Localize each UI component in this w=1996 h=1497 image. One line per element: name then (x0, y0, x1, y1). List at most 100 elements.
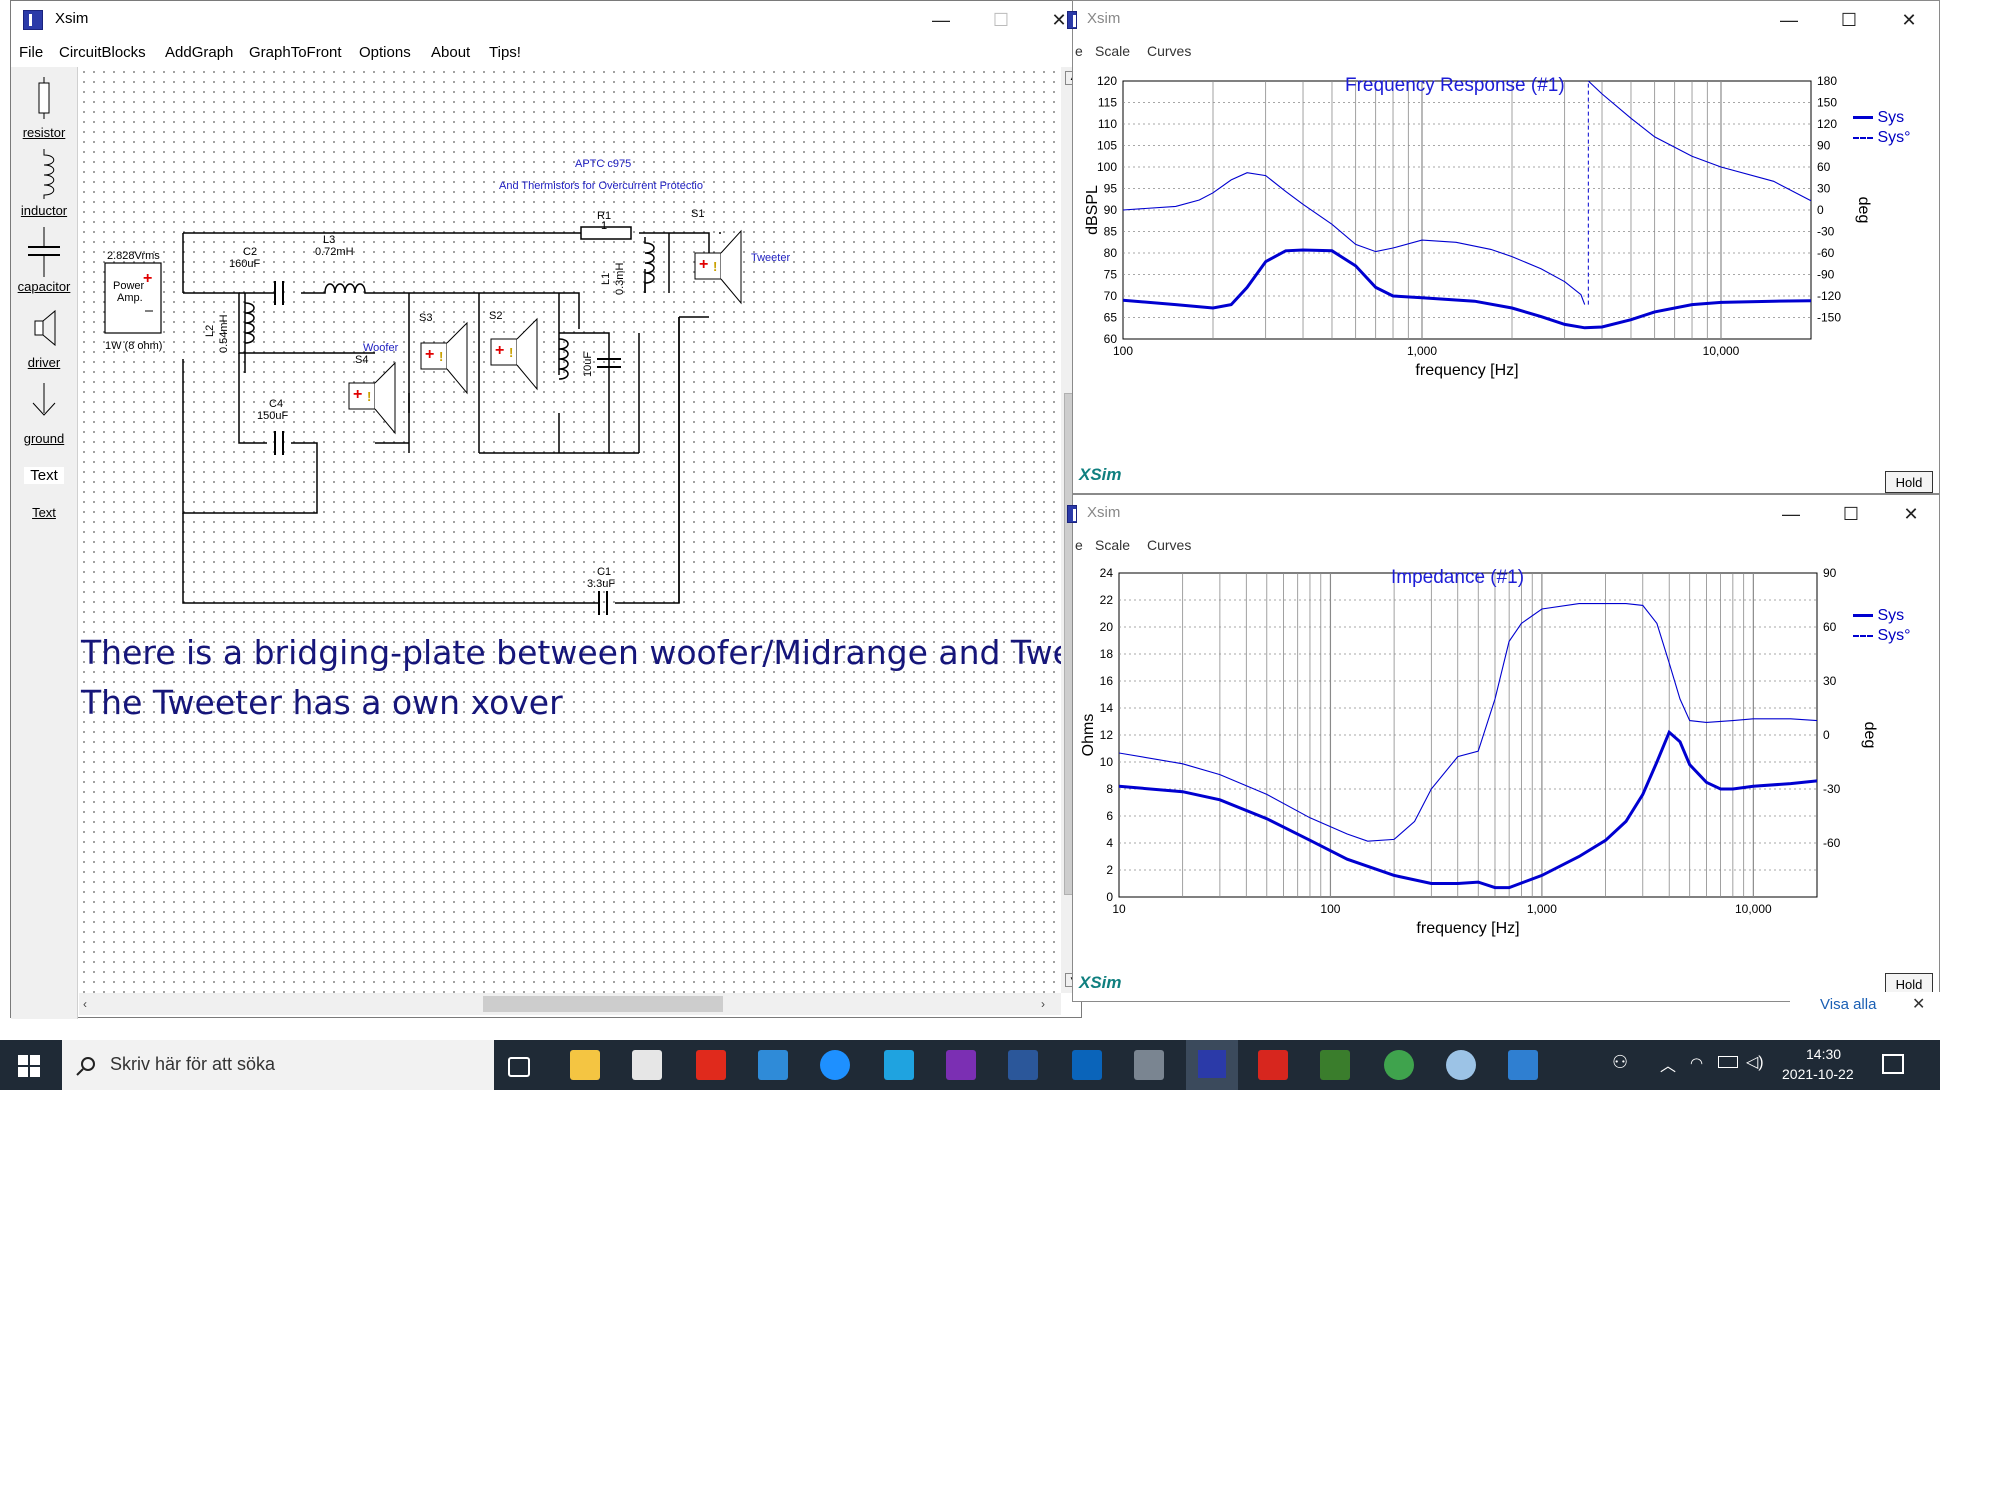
scroll-right-arrow[interactable]: › (1041, 997, 1045, 1011)
freq-minimize-button[interactable]: — (1769, 7, 1809, 33)
store-icon[interactable] (632, 1050, 662, 1080)
freq-ytick: 110 (1098, 117, 1117, 131)
capacitor-icon[interactable] (11, 225, 77, 279)
inductor-s2-notch[interactable] (558, 338, 569, 380)
app-l-icon[interactable] (884, 1050, 914, 1080)
imp-xtick: 10,000 (1735, 902, 1772, 916)
driver-s1[interactable]: + ! (694, 229, 742, 305)
imp-minimize-button[interactable]: — (1771, 501, 1811, 527)
schematic-canvas[interactable]: R1 1 L1 0.3mH + ! S1 Tweeter APTC c975 A… (79, 67, 1061, 993)
people-icon[interactable]: ⚇ (1612, 1052, 1628, 1073)
task-view-icon[interactable] (508, 1057, 530, 1077)
xsim-taskbar-active[interactable] (1186, 1040, 1238, 1090)
onenote-icon[interactable] (946, 1050, 976, 1080)
driver-icon[interactable] (11, 303, 77, 353)
start-windows-icon[interactable] (18, 1055, 40, 1077)
label-l3-value: 0.72mH (315, 246, 354, 258)
freq-ytick: 70 (1104, 289, 1118, 303)
freq-menu-curves[interactable]: Curves (1147, 43, 1191, 59)
inductor-l3[interactable] (321, 283, 369, 294)
resistor-icon[interactable] (11, 73, 77, 123)
taskbar-search-box[interactable]: Skriv här för att söka (62, 1040, 494, 1090)
inductor-icon[interactable] (11, 147, 77, 201)
imp-menu-curves[interactable]: Curves (1147, 537, 1191, 553)
acrobat-icon[interactable] (1258, 1050, 1288, 1080)
palette-inductor[interactable]: inductor (11, 203, 77, 218)
maximize-button[interactable]: ☐ (981, 7, 1021, 33)
file-explorer-icon[interactable] (570, 1050, 600, 1080)
paint-icon[interactable] (1446, 1050, 1476, 1080)
freq-menu-e[interactable]: e (1075, 43, 1083, 59)
menu-circuitblocks[interactable]: CircuitBlocks (59, 44, 146, 61)
notification-close-icon[interactable]: ✕ (1912, 994, 1925, 1014)
search-placeholder: Skriv här för att söka (110, 1054, 276, 1074)
driver-s3[interactable]: + ! (420, 321, 468, 395)
palette-text[interactable]: Text (11, 505, 77, 520)
outlook-icon[interactable] (1072, 1050, 1102, 1080)
palette-resistor[interactable]: resistor (11, 125, 77, 140)
notification-center-icon[interactable] (1882, 1054, 1904, 1074)
chrome-icon[interactable] (1384, 1050, 1414, 1080)
photos-icon[interactable] (1508, 1050, 1538, 1080)
capacitor-c4[interactable] (274, 431, 284, 455)
freq-maximize-button[interactable]: ☐ (1829, 7, 1869, 33)
imp-y2tick: -30 (1823, 782, 1841, 796)
wifi-icon[interactable]: ◠ (1690, 1054, 1703, 1072)
imp-menu-scale[interactable]: Scale (1095, 537, 1130, 553)
freq-xtick: 100 (1113, 344, 1133, 358)
menu-file[interactable]: File (19, 44, 43, 61)
mail-icon[interactable] (758, 1050, 788, 1080)
title-bar[interactable]: Xsim — ☐ ✕ (11, 1, 1081, 39)
palette-capacitor[interactable]: capacitor (11, 279, 77, 294)
imp-close-button[interactable]: ✕ (1891, 501, 1931, 527)
ground-icon[interactable] (11, 379, 77, 429)
clock-time[interactable]: 14:30 (1806, 1046, 1841, 1062)
horizontal-scroll-thumb[interactable] (483, 996, 723, 1012)
main-window: Xsim — ☐ ✕ File CircuitBlocks AddGraph G… (10, 0, 1083, 1019)
component-palette: resistor inductor capacitor driver groun… (11, 67, 78, 1019)
palette-ground[interactable]: ground (11, 431, 77, 446)
chevron-up-icon[interactable]: ︿ (1660, 1052, 1676, 1076)
imp-maximize-button[interactable]: ☐ (1831, 501, 1871, 527)
label-s1: S1 (691, 208, 704, 220)
label-woofer: Woofer (363, 342, 399, 354)
menu-tips[interactable]: Tips! (489, 44, 521, 61)
driver-s4[interactable]: + ! (348, 361, 396, 435)
imp-y2label: deg (1861, 722, 1878, 749)
capacitor-c2[interactable] (274, 281, 284, 305)
battery-icon[interactable] (1718, 1056, 1738, 1068)
minimize-button[interactable]: — (921, 7, 961, 33)
freq-hold-button[interactable]: Hold (1885, 471, 1933, 493)
menu-graphtofront[interactable]: GraphToFront (249, 44, 342, 61)
palette-driver[interactable]: driver (11, 355, 77, 370)
svg-text:!: ! (509, 345, 513, 360)
app-red-icon[interactable] (696, 1050, 726, 1080)
freq-ytick: 100 (1097, 160, 1117, 174)
scroll-left-arrow[interactable]: ‹ (83, 997, 87, 1011)
rew-icon[interactable] (1320, 1050, 1350, 1080)
menu-options[interactable]: Options (359, 44, 411, 61)
visa-alla-link[interactable]: Visa alla (1820, 996, 1876, 1013)
word-icon[interactable] (1008, 1050, 1038, 1080)
imp-legend-sys-label: Sys (1877, 607, 1905, 624)
inductor-l2[interactable] (244, 302, 255, 344)
clock-date[interactable]: 2021-10-22 (1782, 1066, 1854, 1082)
driver-s2[interactable]: + ! (490, 317, 538, 391)
svg-text:+: + (699, 256, 708, 273)
horizontal-scrollbar[interactable]: ‹ › (79, 993, 1061, 1015)
freq-close-button[interactable]: ✕ (1889, 7, 1929, 33)
menu-about[interactable]: About (431, 44, 470, 61)
freq-legend-phase-swatch (1853, 136, 1873, 139)
freq-ytick: 95 (1104, 182, 1118, 196)
freq-legend-sys-phase: Sys° (1853, 129, 1911, 147)
freq-menu-scale[interactable]: Scale (1095, 43, 1130, 59)
imp-menu-e[interactable]: e (1075, 537, 1083, 553)
inductor-l1[interactable] (644, 237, 655, 293)
imp-frame (1118, 572, 1818, 898)
palette-text-plain[interactable]: Text (24, 467, 64, 484)
edge-icon[interactable] (820, 1050, 850, 1080)
capacitor-c1[interactable] (598, 591, 608, 615)
volume-icon[interactable]: ◁) (1746, 1052, 1764, 1072)
menu-addgraph[interactable]: AddGraph (165, 44, 233, 61)
calculator-icon[interactable] (1134, 1050, 1164, 1080)
